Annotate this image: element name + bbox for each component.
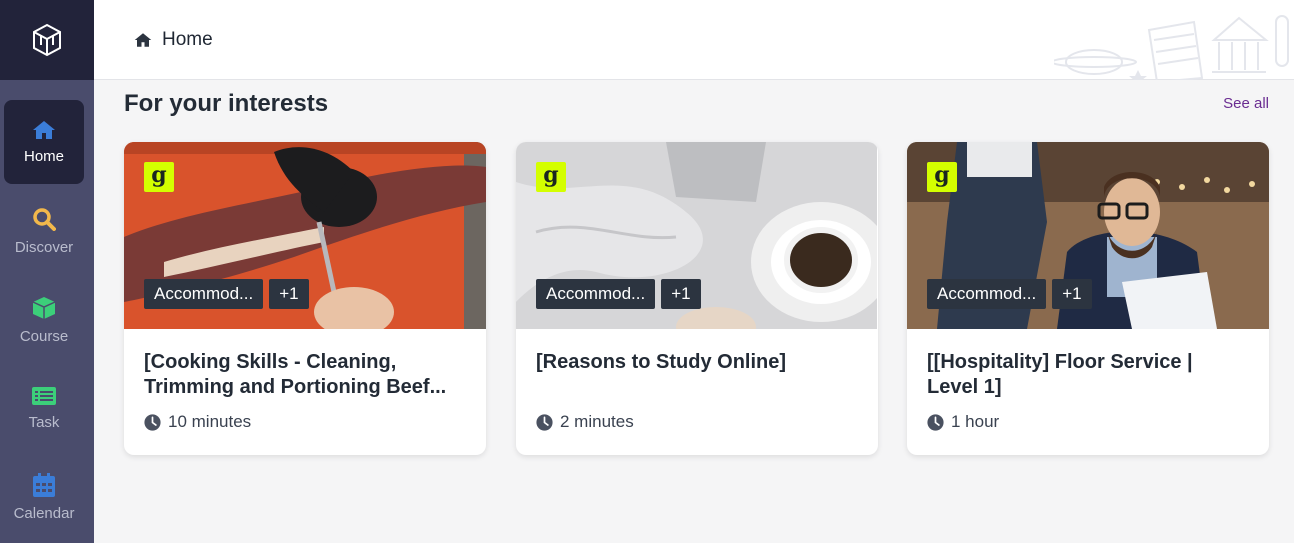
card-duration: 1 hour xyxy=(927,412,999,432)
card-duration: 10 minutes xyxy=(144,412,251,432)
home-icon xyxy=(33,120,55,139)
search-icon xyxy=(33,207,56,231)
clock-icon xyxy=(927,413,944,431)
tag-list: Accommod... +1 xyxy=(144,279,309,309)
course-card[interactable]: g Accommod... +1 [[Hospitality] Floor Se… xyxy=(907,142,1269,455)
card-duration: 2 minutes xyxy=(536,412,634,432)
more-tags-badge: +1 xyxy=(1052,279,1092,309)
sidebar-item-label: Calendar xyxy=(13,504,75,522)
tag-list: Accommod... +1 xyxy=(927,279,1092,309)
sidebar-item-label: Course xyxy=(19,327,69,345)
sidebar: Home Discover Course Task Calendar xyxy=(0,0,94,543)
logo-icon xyxy=(33,23,61,57)
see-all-link[interactable]: See all xyxy=(1223,95,1269,112)
breadcrumb-label: Home xyxy=(162,29,213,50)
sidebar-item-course[interactable]: Course xyxy=(4,278,84,362)
sidebar-item-label: Discover xyxy=(14,238,74,256)
course-card[interactable]: g Accommod... +1 [Reasons to Study Onlin… xyxy=(516,142,878,455)
category-tag: Accommod... xyxy=(144,279,264,309)
cube-icon xyxy=(32,296,56,319)
sidebar-item-discover[interactable]: Discover xyxy=(4,189,84,273)
list-icon xyxy=(32,386,56,405)
course-card[interactable]: g Accommod... +1 [Cooking Skills - Clean… xyxy=(124,142,486,455)
section-title: For your interests xyxy=(124,90,329,117)
top-header: Home xyxy=(94,0,1294,80)
calendar-icon xyxy=(33,472,55,497)
tag-list: Accommod... +1 xyxy=(536,279,701,309)
breadcrumb[interactable]: Home xyxy=(134,29,213,51)
more-tags-badge: +1 xyxy=(661,279,701,309)
category-tag: Accommod... xyxy=(927,279,1047,309)
sidebar-item-label: Home xyxy=(23,147,64,165)
provider-badge: g xyxy=(144,162,174,192)
sidebar-item-task[interactable]: Task xyxy=(4,366,84,450)
provider-badge: g xyxy=(536,162,566,192)
card-thumbnail: g Accommod... +1 xyxy=(124,142,486,329)
category-tag: Accommod... xyxy=(536,279,656,309)
clock-icon xyxy=(536,413,553,431)
card-title: [Reasons to Study Online] xyxy=(536,351,787,373)
duration-label: 1 hour xyxy=(951,412,1000,431)
card-thumbnail: g Accommod... +1 xyxy=(907,142,1269,329)
card-title: [[Hospitality] Floor Service | Level 1] xyxy=(927,351,1193,398)
sidebar-item-home[interactable]: Home xyxy=(4,100,84,184)
header-decoration-illustration xyxy=(1054,15,1289,80)
sidebar-item-calendar[interactable]: Calendar xyxy=(4,455,84,539)
card-thumbnail: g Accommod... +1 xyxy=(516,142,878,329)
home-icon xyxy=(134,33,152,47)
duration-label: 10 minutes xyxy=(168,412,252,431)
app-logo[interactable] xyxy=(0,0,94,80)
sidebar-item-label: Task xyxy=(28,413,60,431)
duration-label: 2 minutes xyxy=(560,412,634,431)
provider-badge: g xyxy=(927,162,957,192)
more-tags-badge: +1 xyxy=(269,279,309,309)
card-title: [Cooking Skills - Cleaning, Trimming and… xyxy=(144,351,447,398)
clock-icon xyxy=(144,413,161,431)
